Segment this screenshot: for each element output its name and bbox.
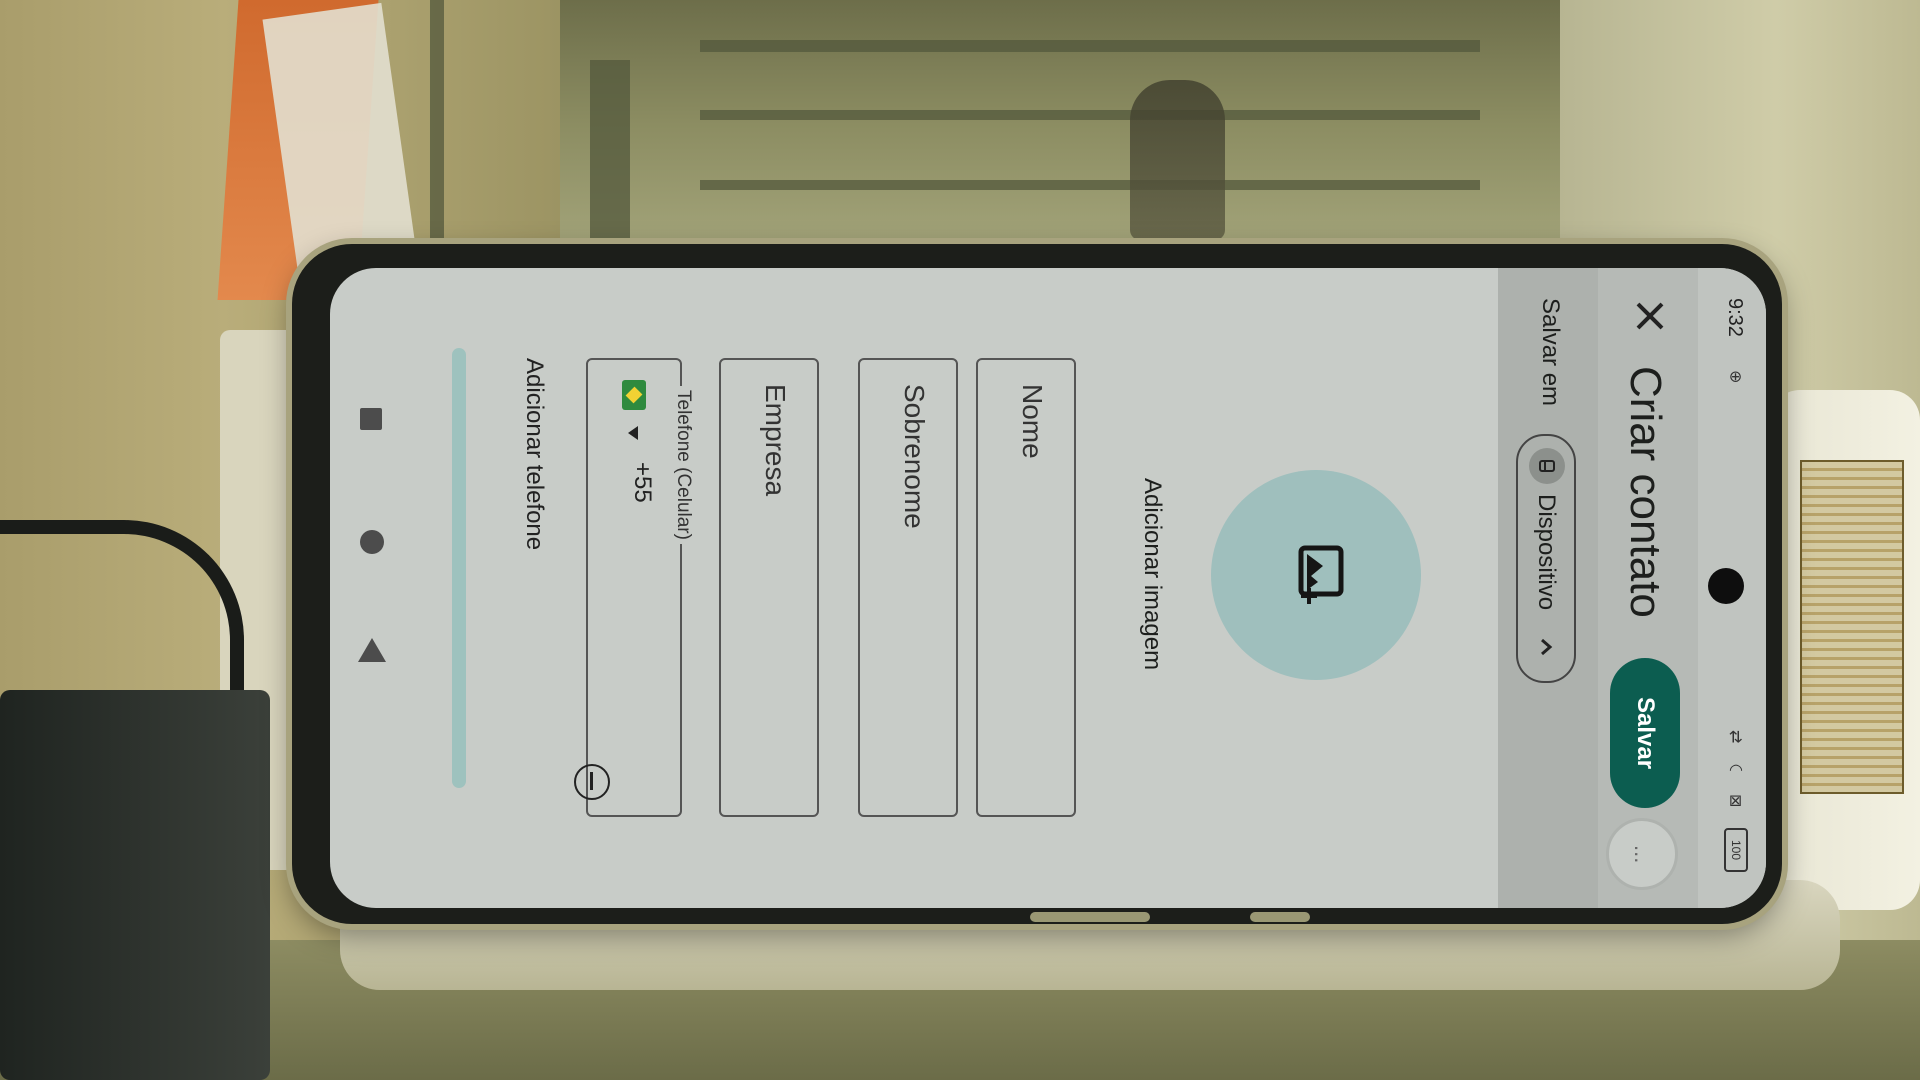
scroll-indicator[interactable] <box>452 348 466 788</box>
battery-icon: 100 <box>1724 828 1748 872</box>
phone-field[interactable]: Telefone (Celular) +55 <box>586 358 694 817</box>
status-bar: 9:32 ⊕ ⇄ ◠ ⊠ 100 <box>1698 268 1766 908</box>
shelf-post <box>430 0 444 250</box>
vpn-icon: ⊕ <box>1726 370 1744 384</box>
phone-field-label: Telefone (Celular) <box>672 386 694 544</box>
save-in-label: Salvar em <box>1537 298 1564 407</box>
status-time: 9:32 <box>1724 298 1746 337</box>
device-icon <box>1529 448 1565 484</box>
last-name-placeholder: Sobrenome <box>899 384 930 529</box>
add-image-label: Adicionar imagem <box>1139 478 1166 671</box>
back-icon[interactable] <box>358 638 386 662</box>
save-button[interactable]: Salvar <box>1610 658 1680 808</box>
save-in-row: Salvar em Dispositivo <box>1498 268 1598 908</box>
company-field[interactable]: Empresa <box>719 358 819 817</box>
nfc-icon: ⇄ <box>1726 730 1744 744</box>
shelf-rail <box>700 180 1480 190</box>
shelf-post <box>590 60 630 250</box>
country-code: +55 <box>629 462 656 503</box>
phone-screen: 9:32 ⊕ ⇄ ◠ ⊠ 100 Criar contato Salvar ..… <box>330 268 1766 908</box>
chevron-down-icon <box>1541 638 1553 656</box>
lab-shelving <box>560 0 1560 250</box>
add-photo-icon <box>1298 545 1344 604</box>
home-icon[interactable] <box>360 530 384 554</box>
recents-icon[interactable] <box>360 408 382 430</box>
first-name-field[interactable]: Nome <box>976 358 1076 817</box>
wifi-icon: ◠ <box>1726 759 1744 779</box>
warning-label-sticker <box>1800 460 1904 794</box>
remove-phone-icon[interactable] <box>574 764 610 800</box>
app-toolbar: Criar contato Salvar ... <box>1598 268 1698 908</box>
volume-button <box>1030 912 1150 922</box>
brazil-flag-icon[interactable] <box>622 380 646 410</box>
add-phone-button[interactable]: Adicionar telefone <box>520 358 548 550</box>
last-name-field[interactable]: Sobrenome <box>858 358 958 817</box>
more-options-button[interactable]: ... <box>1606 818 1678 890</box>
account-name: Dispositivo <box>1533 494 1560 611</box>
country-dropdown-icon[interactable] <box>628 426 638 440</box>
shelf-rail <box>700 40 1480 52</box>
account-selector[interactable]: Dispositivo <box>1516 434 1576 683</box>
save-button-label: Salvar <box>1632 696 1659 770</box>
close-icon[interactable] <box>1630 296 1670 336</box>
camera-box <box>0 690 270 1080</box>
front-camera <box>1708 568 1744 604</box>
no-sim-icon: ⊠ <box>1726 794 1744 808</box>
background-person <box>1130 80 1225 240</box>
shelf-rail <box>700 110 1480 120</box>
page-title: Criar contato <box>1621 366 1670 618</box>
first-name-placeholder: Nome <box>1017 384 1048 459</box>
power-button <box>1250 912 1310 922</box>
add-photo-button[interactable] <box>1211 470 1421 680</box>
company-placeholder: Empresa <box>760 384 791 497</box>
